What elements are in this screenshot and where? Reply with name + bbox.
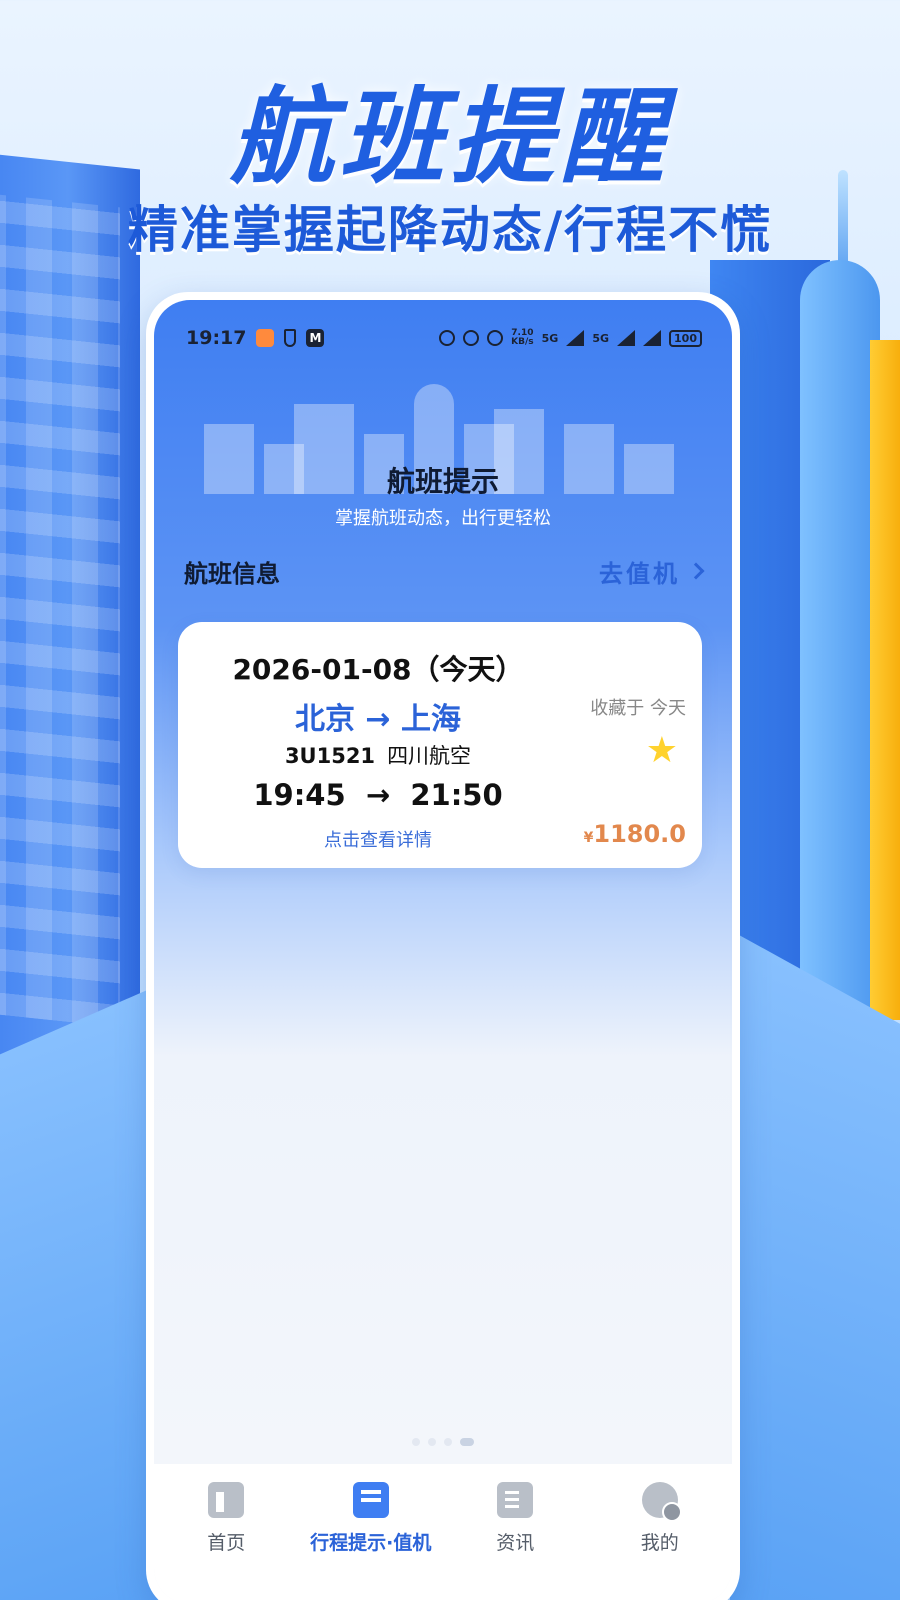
flight-route: 北京 → 上海 — [294, 702, 462, 737]
page-indicator — [154, 1438, 732, 1446]
flight-price: ¥1180.0 — [583, 820, 686, 848]
tab-news[interactable]: 资讯 — [443, 1482, 588, 1600]
vpn-icon — [487, 330, 504, 346]
app-notification-icon — [256, 329, 275, 347]
bell-icon — [463, 330, 480, 346]
building-illustration — [800, 260, 880, 1020]
wifi-icon — [643, 330, 662, 346]
flight-card[interactable]: 2026-01-08（今天） 北京 → 上海 收藏于 今天 3U1521 四川航空… — [178, 622, 702, 868]
section-header: 航班信息 去值机 — [184, 554, 705, 589]
bottom-tab-bar: 首页 行程提示·值机 资讯 我的 — [154, 1464, 732, 1600]
signal-icon — [617, 330, 636, 346]
hero-title: 航班提醒 — [229, 76, 670, 198]
road-illustration — [0, 980, 170, 1600]
network-speed: 7.10 KB/s — [511, 328, 534, 347]
app-screen: 19:17 M 7.10 KB/s 5G 5G 100 航班提示 掌握航班动态，… — [154, 300, 732, 1600]
mail-icon: M — [306, 329, 325, 347]
detail-link[interactable]: 点击查看详情 — [208, 826, 548, 852]
flight-info: 3U1521 四川航空 — [208, 740, 548, 770]
usb-icon — [284, 329, 297, 347]
section-title: 航班信息 — [184, 559, 280, 588]
battery-icon: 100 — [669, 329, 702, 347]
flight-date: 2026-01-08（今天） — [232, 653, 524, 686]
tab-trip-checkin[interactable]: 行程提示·值机 — [299, 1482, 444, 1600]
flight-number: 3U1521 — [284, 744, 376, 768]
tab-home[interactable]: 首页 — [154, 1482, 299, 1600]
network-type-2: 5G — [592, 331, 610, 345]
status-bar: 19:17 M 7.10 KB/s 5G 5G 100 — [186, 326, 702, 350]
star-icon[interactable]: ★ — [646, 730, 678, 771]
page-title: 航班提示 — [386, 465, 499, 498]
news-icon — [497, 1482, 534, 1518]
checkin-link[interactable]: 去值机 — [599, 554, 705, 589]
alarm-icon — [439, 330, 456, 346]
phone-frame: 19:17 M 7.10 KB/s 5G 5G 100 航班提示 掌握航班动态，… — [146, 292, 740, 1600]
chevron-right-icon — [687, 562, 705, 580]
building-illustration — [0, 150, 140, 1070]
road-illustration — [730, 930, 900, 1600]
trip-icon — [352, 1482, 389, 1518]
favorite-time: 收藏于 今天 — [590, 698, 686, 719]
signal-icon — [566, 330, 585, 346]
profile-icon — [641, 1482, 682, 1522]
home-icon — [208, 1482, 245, 1518]
network-type-1: 5G — [541, 331, 559, 345]
tab-profile[interactable]: 我的 — [588, 1482, 733, 1600]
airline-name: 四川航空 — [387, 744, 472, 768]
page-subtitle: 掌握航班动态，出行更轻松 — [335, 508, 551, 529]
status-time: 19:17 — [186, 327, 247, 349]
hero-subtitle: 精准掌握起降动态/行程不慌 — [127, 201, 773, 259]
flight-times: 19:45 → 21:50 — [253, 778, 503, 812]
building-illustration — [870, 340, 900, 1020]
